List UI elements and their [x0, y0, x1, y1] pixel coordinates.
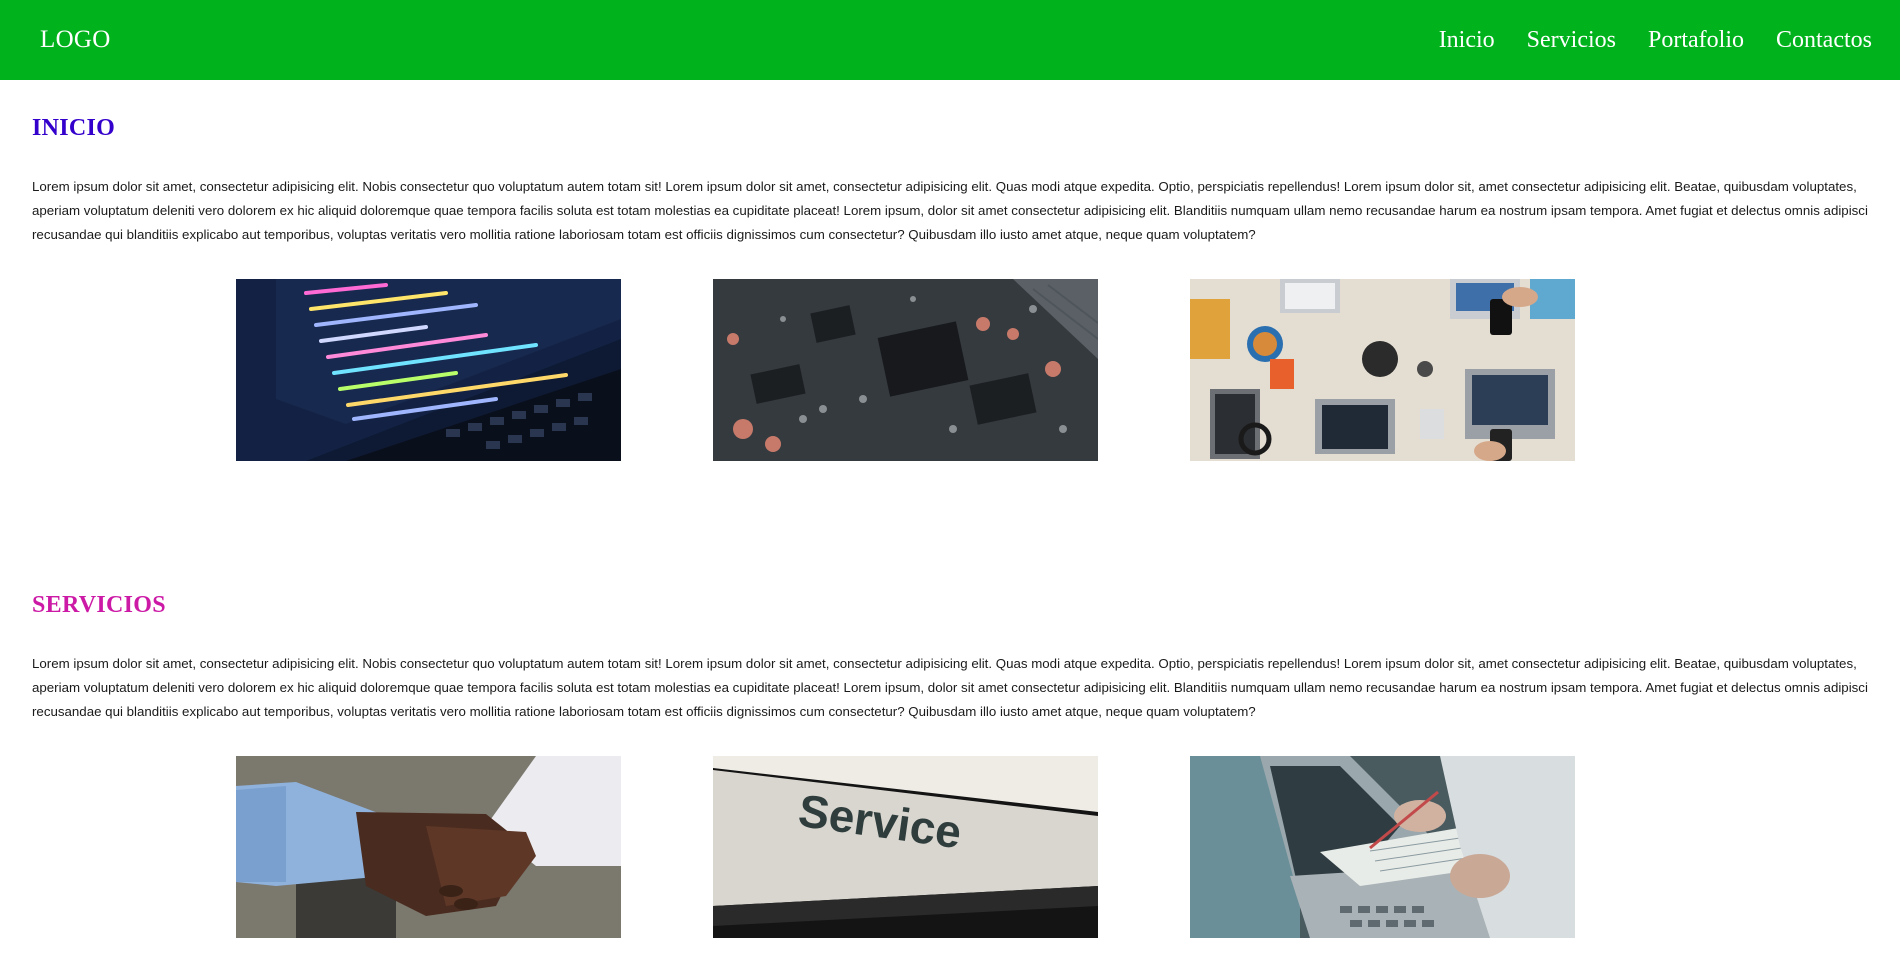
nav-link-portafolio[interactable]: Portafolio	[1648, 22, 1744, 58]
nav-link-inicio[interactable]: Inicio	[1439, 22, 1495, 58]
service-sign-photo: Service	[713, 756, 1098, 938]
section-title-inicio: INICIO	[32, 115, 116, 141]
section-text-servicios: Lorem ipsum dolor sit amet, consectetur …	[32, 656, 1868, 719]
site-header: LOGO Inicio Servicios Portafolio Contact…	[0, 0, 1900, 80]
code-laptop-photo	[236, 279, 621, 461]
section-text-inicio: Lorem ipsum dolor sit amet, consectetur …	[32, 179, 1868, 242]
section-title-servicios: SERVICIOS	[32, 592, 166, 618]
business-paperwork-photo	[1190, 756, 1575, 938]
site-logo[interactable]: LOGO	[40, 22, 111, 58]
nav-link-contactos[interactable]: Contactos	[1776, 22, 1872, 58]
team-laptops-desk-photo	[1190, 279, 1575, 461]
handshake-photo	[236, 756, 621, 938]
nav-link-servicios[interactable]: Servicios	[1527, 22, 1616, 58]
circuit-board-photo	[713, 279, 1098, 461]
gallery-servicios: Service	[236, 756, 1575, 938]
gallery-inicio	[236, 279, 1575, 461]
main-nav: Inicio Servicios Portafolio Contactos	[1439, 22, 1872, 58]
